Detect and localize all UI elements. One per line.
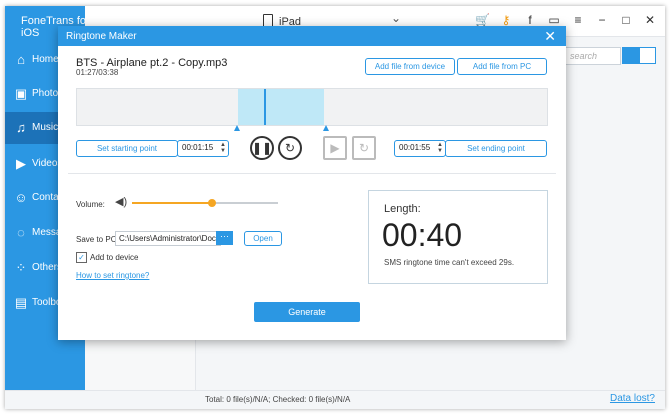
end-time-value: 00:01:55 — [399, 143, 431, 152]
list-view-icon[interactable] — [639, 47, 656, 64]
dialog-title: Ringtone Maker — [66, 31, 137, 42]
video-icon: ▶ — [16, 156, 26, 171]
status-bar: Total: 0 file(s)/N/A; Checked: 0 file(s)… — [5, 390, 665, 409]
stepper-arrows-icon[interactable]: ▲ ▼ — [220, 142, 226, 154]
add-file-from-pc-button[interactable]: Add file from PC — [457, 58, 547, 75]
song-time: 01:27/03:38 — [76, 68, 119, 77]
replay-button[interactable]: ↻ — [278, 136, 302, 160]
toolbox-icon: ▤ — [14, 295, 28, 310]
playhead[interactable] — [264, 89, 266, 125]
volume-label: Volume: — [76, 200, 105, 209]
generate-button[interactable]: Generate — [254, 302, 360, 322]
close-icon[interactable]: ✕ — [643, 12, 657, 28]
photos-icon: ▣ — [14, 86, 28, 101]
add-to-device-checkbox[interactable]: ✓ — [76, 252, 87, 263]
save-path-field[interactable]: C:\Users\Administrator\Docu — [115, 231, 221, 246]
messages-icon: ◌ — [17, 225, 25, 240]
end-marker-handle[interactable] — [323, 125, 329, 131]
search-input[interactable]: search — [565, 47, 621, 65]
set-ending-point-button[interactable]: Set ending point — [445, 140, 547, 157]
volume-slider[interactable] — [132, 199, 278, 207]
others-icon: ⁘ — [15, 260, 27, 275]
play-segment-button[interactable]: ▶ — [323, 136, 347, 160]
set-starting-point-button[interactable]: Set starting point — [76, 140, 178, 157]
divider — [68, 173, 556, 174]
grid-view-icon[interactable] — [622, 47, 639, 64]
home-icon: ⌂ — [17, 52, 25, 67]
waveform-selection[interactable] — [238, 89, 324, 125]
maximize-icon[interactable]: □ — [619, 12, 633, 28]
data-lost-link[interactable]: Data lost? — [610, 393, 655, 404]
replay-segment-button[interactable]: ↻ — [352, 136, 376, 160]
minimize-icon[interactable]: − — [595, 12, 609, 28]
speaker-icon: ◀) — [115, 196, 128, 208]
volume-fill — [132, 202, 212, 204]
menu-icon[interactable]: ≡ — [571, 12, 585, 28]
stepper-arrows-icon[interactable]: ▲ ▼ — [437, 142, 443, 154]
volume-slider-handle[interactable] — [208, 199, 216, 207]
start-marker-handle[interactable] — [234, 125, 240, 131]
start-time-stepper[interactable]: 00:01:15 ▲ ▼ — [177, 140, 229, 157]
length-value: 00:40 — [382, 217, 463, 253]
end-time-stepper[interactable]: 00:01:55 ▲ ▼ — [394, 140, 446, 157]
status-text: Total: 0 file(s)/N/A; Checked: 0 file(s)… — [205, 395, 351, 404]
ringtone-maker-dialog: Ringtone Maker ✕ BTS - Airplane pt.2 - C… — [58, 26, 566, 340]
length-note: SMS ringtone time can't exceed 29s. — [384, 258, 515, 267]
dialog-header: Ringtone Maker ✕ — [58, 26, 566, 46]
pause-button[interactable]: ❚❚ — [250, 136, 274, 160]
add-file-from-device-button[interactable]: Add file from device — [365, 58, 455, 75]
start-time-value: 00:01:15 — [182, 143, 214, 152]
close-icon[interactable]: ✕ — [544, 28, 556, 44]
sidebar-item-label: Home — [32, 54, 59, 65]
browse-button[interactable]: ··· — [216, 231, 233, 245]
sidebar-item-label: Music — [32, 122, 59, 133]
save-to-pc-label: Save to PC: — [76, 235, 119, 244]
add-to-device-label[interactable]: Add to device — [90, 253, 138, 262]
chevron-down-icon[interactable]: ⌄ — [391, 11, 401, 25]
how-to-set-ringtone-link[interactable]: How to set ringtone? — [76, 271, 149, 280]
contacts-icon: ☺ — [14, 190, 28, 205]
length-label: Length: — [384, 203, 421, 215]
length-panel: Length: 00:40 SMS ringtone time can't ex… — [368, 190, 548, 284]
waveform-track[interactable] — [76, 88, 548, 126]
open-button[interactable]: Open — [244, 231, 282, 246]
music-icon: ♫ — [16, 120, 26, 135]
